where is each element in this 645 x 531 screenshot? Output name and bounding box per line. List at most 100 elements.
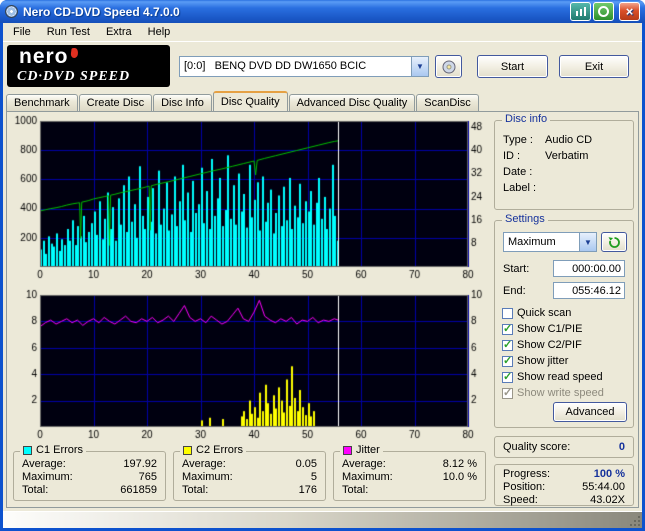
titlebar[interactable]: Nero CD-DVD Speed 4.7.0.0 × xyxy=(0,0,645,23)
c2-total-value: 176 xyxy=(298,484,317,496)
c2-jitter-chart xyxy=(10,289,490,447)
nero-logo-subtext: CD·DVD SPEED xyxy=(17,69,131,84)
start-field-label: Start: xyxy=(503,263,530,275)
menu-bar: File Run Test Extra Help xyxy=(3,23,642,42)
jitter-color-chip xyxy=(343,445,352,455)
disc-id-label: ID : xyxy=(503,150,521,162)
close-button[interactable]: × xyxy=(619,2,640,21)
menu-file[interactable]: File xyxy=(5,24,39,40)
position-label: Position: xyxy=(503,481,546,493)
checkbox-box xyxy=(502,338,513,351)
speed-value: 43.02X xyxy=(590,494,625,506)
c1-average-value: 197.92 xyxy=(123,458,157,470)
checkbox-show-c1-pie[interactable]: Show C1/PIE xyxy=(502,321,629,337)
jitter-legend: Jitter Average: 8.12 % Maximum: 10.0 % Tot… xyxy=(333,444,486,501)
speed-select-value: Maximum xyxy=(508,236,556,248)
resize-grip[interactable] xyxy=(628,514,640,526)
nero-logo: nero CD·DVD SPEED xyxy=(7,45,170,87)
checkbox-show-c2-pif[interactable]: Show C2/PIF xyxy=(502,337,629,353)
disc-type-value: Audio CD xyxy=(545,134,593,146)
checkbox-box xyxy=(502,307,513,319)
settings-title: Settings xyxy=(502,213,548,225)
start-button[interactable]: Start xyxy=(477,55,548,78)
checkbox-show-write-speed: Show write speed xyxy=(502,385,629,401)
c2-color-chip xyxy=(183,445,192,455)
jitter-maximum-value: 10.0 % xyxy=(442,471,477,483)
window-title: Nero CD-DVD Speed 4.7.0.0 xyxy=(23,4,180,19)
c2-errors-legend: C2 Errors Average: 0.05 Maximum: 5 Total: 1… xyxy=(173,444,326,501)
c2-average-label: Average: xyxy=(182,458,226,470)
c2-total-label: Total: xyxy=(182,484,209,496)
progress-value: 100 % xyxy=(593,468,625,480)
c2-maximum-label: Maximum: xyxy=(182,471,233,483)
refresh-button[interactable] xyxy=(601,232,627,252)
speed-label: Speed: xyxy=(503,494,538,506)
disc-info-group: Disc info Type : Audio CD ID : Verbatim Da… xyxy=(494,113,634,210)
jitter-legend-title: Jitter xyxy=(356,444,380,456)
tab-benchmark[interactable]: Benchmark xyxy=(6,94,78,111)
advanced-button[interactable]: Advanced xyxy=(553,402,627,422)
end-field[interactable]: 055:46.12 xyxy=(553,282,625,299)
titlebar-chart-button[interactable] xyxy=(570,2,591,21)
progress-box: Progress: 100 % Position: 55:44.00 Speed: 4… xyxy=(494,464,634,506)
c2-legend-title: C2 Errors xyxy=(196,444,244,456)
menu-help[interactable]: Help xyxy=(140,24,179,40)
jitter-average-value: 8.12 % xyxy=(442,458,477,470)
app-window: Nero CD-DVD Speed 4.7.0.0 × File Run Tes… xyxy=(0,0,645,531)
disc-date-label: Date : xyxy=(503,166,533,178)
jitter-maximum-label: Maximum: xyxy=(342,471,393,483)
jitter-average-label: Average: xyxy=(342,458,386,470)
checkbox-box xyxy=(502,386,513,399)
disc-type-label: Type : xyxy=(503,134,533,146)
eject-disc-button[interactable] xyxy=(435,55,462,78)
c1-total-value: 661859 xyxy=(120,484,157,496)
refresh-icon xyxy=(608,236,620,248)
disc-info-title: Disc info xyxy=(502,113,551,125)
c2-maximum-value: 5 xyxy=(310,471,317,483)
quality-score-box: Quality score: 0 xyxy=(494,436,634,458)
disc-label-label: Label : xyxy=(503,182,537,194)
disc-quality-panel: C1 Errors Average: 197.92 Maximum: 765 Tot… xyxy=(6,111,639,508)
checkbox-box xyxy=(502,322,513,335)
quality-score-value: 0 xyxy=(618,441,625,453)
cd-icon xyxy=(442,60,455,73)
client-area: File Run Test Extra Help nero CD·DVD SPE… xyxy=(3,23,642,528)
tab-disc-info[interactable]: Disc Info xyxy=(153,94,212,111)
drive-select-value: [0:0] BENQ DVD DD DW1650 BCIC xyxy=(184,60,367,72)
c1-color-chip xyxy=(23,445,32,455)
c2-average-value: 0.05 xyxy=(295,458,317,470)
titlebar-disc-button[interactable] xyxy=(593,2,614,21)
chevron-down-icon[interactable]: ▼ xyxy=(579,233,596,251)
header: nero CD·DVD SPEED [0:0] BENQ DVD DD DW16… xyxy=(3,42,642,91)
c1-maximum-value: 765 xyxy=(138,471,157,483)
checkbox-box xyxy=(502,370,513,383)
menu-extra[interactable]: Extra xyxy=(98,24,140,40)
speed-select[interactable]: Maximum ▼ xyxy=(503,232,597,252)
disc-icon xyxy=(598,6,609,17)
tab-advanced-disc-quality[interactable]: Advanced Disc Quality xyxy=(288,94,416,111)
c1-average-label: Average: xyxy=(22,458,66,470)
exit-button[interactable]: Exit xyxy=(559,55,629,78)
c1-maximum-label: Maximum: xyxy=(22,471,73,483)
c1-legend-title: C1 Errors xyxy=(36,444,84,456)
position-value: 55:44.00 xyxy=(582,481,625,493)
progress-label: Progress: xyxy=(503,468,551,480)
status-progress-bar xyxy=(3,511,642,528)
tab-bar: Benchmark Create Disc Disc Info Disc Qua… xyxy=(6,91,639,111)
checkbox-quick-scan[interactable]: Quick scan xyxy=(502,305,629,321)
tab-create-disc[interactable]: Create Disc xyxy=(78,94,153,111)
checkbox-show-read-speed[interactable]: Show read speed xyxy=(502,369,629,385)
settings-checkboxes: Quick scan Show C1/PIE Show C2/PIF Show … xyxy=(502,305,629,401)
end-field-label: End: xyxy=(503,285,526,297)
start-field[interactable]: 000:00.00 xyxy=(553,260,625,277)
tab-scandisc[interactable]: ScanDisc xyxy=(416,94,479,111)
checkbox-box xyxy=(502,354,513,367)
menu-run-test[interactable]: Run Test xyxy=(39,24,98,40)
chevron-down-icon[interactable]: ▼ xyxy=(411,57,428,76)
tab-disc-quality[interactable]: Disc Quality xyxy=(212,91,288,111)
app-icon xyxy=(5,5,18,18)
drive-select[interactable]: [0:0] BENQ DVD DD DW1650 BCIC ▼ xyxy=(179,56,429,77)
checkbox-show-jitter[interactable]: Show jitter xyxy=(502,353,629,369)
flame-icon xyxy=(70,47,79,59)
settings-group: Settings Maximum ▼ Start: 000:00.00 End:… xyxy=(494,213,634,428)
